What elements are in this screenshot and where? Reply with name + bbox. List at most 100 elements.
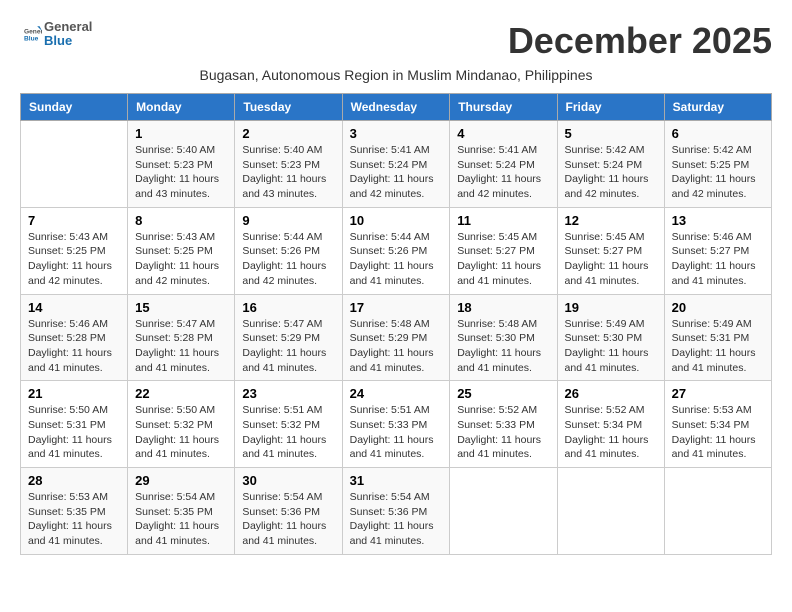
calendar-cell <box>450 468 557 555</box>
calendar-cell: 28 Sunrise: 5:53 AMSunset: 5:35 PMDayligh… <box>21 468 128 555</box>
calendar-cell: 27Sunrise: 5:53 AMSunset: 5:34 PMDayligh… <box>664 381 771 468</box>
day-info: Sunrise: 5:52 AMSunset: 5:34 PMDaylight:… <box>565 403 657 462</box>
month-title: December 2025 <box>508 20 772 62</box>
day-info: Sunrise: 5:46 AMSunset: 5:27 PMDaylight:… <box>672 230 764 289</box>
calendar-cell: 12 Sunrise: 5:45 AMSunset: 5:27 PMDayligh… <box>557 207 664 294</box>
day-number: 22 <box>135 386 227 401</box>
day-number: 23 <box>242 386 334 401</box>
day-number: 31 <box>350 473 443 488</box>
day-info: Sunrise: 5:51 AMSunset: 5:33 PMDaylight:… <box>350 403 443 462</box>
column-header-saturday: Saturday <box>664 94 771 121</box>
day-info: Sunrise: 5:43 AMSunset: 5:25 PMDaylight:… <box>28 230 120 289</box>
day-number: 11 <box>457 213 549 228</box>
day-info: Sunrise: 5:41 AMSunset: 5:24 PMDaylight:… <box>350 143 443 202</box>
day-info: Sunrise: 5:51 AMSunset: 5:32 PMDaylight:… <box>242 403 334 462</box>
calendar-cell: 24 Sunrise: 5:51 AMSunset: 5:33 PMDayligh… <box>342 381 450 468</box>
day-info: Sunrise: 5:50 AMSunset: 5:31 PMDaylight:… <box>28 403 120 462</box>
calendar-cell: 26Sunrise: 5:52 AMSunset: 5:34 PMDayligh… <box>557 381 664 468</box>
day-number: 8 <box>135 213 227 228</box>
calendar-cell <box>21 121 128 208</box>
day-number: 29 <box>135 473 227 488</box>
calendar-cell: 13Sunrise: 5:46 AMSunset: 5:27 PMDayligh… <box>664 207 771 294</box>
calendar-week-1: 1 Sunrise: 5:40 AMSunset: 5:23 PMDaylight… <box>21 121 772 208</box>
calendar-cell: 30Sunrise: 5:54 AMSunset: 5:36 PMDayligh… <box>235 468 342 555</box>
day-info: Sunrise: 5:53 AMSunset: 5:34 PMDaylight:… <box>672 403 764 462</box>
day-number: 1 <box>135 126 227 141</box>
day-number: 25 <box>457 386 549 401</box>
calendar-cell: 15 Sunrise: 5:47 AMSunset: 5:28 PMDayligh… <box>128 294 235 381</box>
logo-icon: General Blue <box>24 25 42 43</box>
calendar-cell: 4 Sunrise: 5:41 AMSunset: 5:24 PMDaylight… <box>450 121 557 208</box>
day-number: 4 <box>457 126 549 141</box>
day-number: 5 <box>565 126 657 141</box>
calendar-cell: 17Sunrise: 5:48 AMSunset: 5:29 PMDayligh… <box>342 294 450 381</box>
day-number: 14 <box>28 300 120 315</box>
day-number: 20 <box>672 300 764 315</box>
calendar-cell: 23 Sunrise: 5:51 AMSunset: 5:32 PMDayligh… <box>235 381 342 468</box>
day-info: Sunrise: 5:49 AMSunset: 5:30 PMDaylight:… <box>565 317 657 376</box>
svg-text:Blue: Blue <box>24 36 39 43</box>
day-info: Sunrise: 5:46 AMSunset: 5:28 PMDaylight:… <box>28 317 120 376</box>
calendar-cell: 31Sunrise: 5:54 AMSunset: 5:36 PMDayligh… <box>342 468 450 555</box>
logo-general: General <box>44 20 92 34</box>
day-info: Sunrise: 5:42 AMSunset: 5:24 PMDaylight:… <box>565 143 657 202</box>
column-header-wednesday: Wednesday <box>342 94 450 121</box>
day-number: 30 <box>242 473 334 488</box>
day-number: 16 <box>242 300 334 315</box>
calendar-week-2: 7 Sunrise: 5:43 AMSunset: 5:25 PMDaylight… <box>21 207 772 294</box>
calendar-cell: 3 Sunrise: 5:41 AMSunset: 5:24 PMDaylight… <box>342 121 450 208</box>
calendar-cell <box>557 468 664 555</box>
day-number: 24 <box>350 386 443 401</box>
column-header-monday: Monday <box>128 94 235 121</box>
day-info: Sunrise: 5:47 AMSunset: 5:28 PMDaylight:… <box>135 317 227 376</box>
day-info: Sunrise: 5:45 AMSunset: 5:27 PMDaylight:… <box>565 230 657 289</box>
calendar-cell: 8 Sunrise: 5:43 AMSunset: 5:25 PMDaylight… <box>128 207 235 294</box>
logo: General Blue General Blue <box>20 20 92 49</box>
calendar-cell: 2 Sunrise: 5:40 AMSunset: 5:23 PMDaylight… <box>235 121 342 208</box>
day-info: Sunrise: 5:40 AMSunset: 5:23 PMDaylight:… <box>135 143 227 202</box>
day-info: Sunrise: 5:53 AMSunset: 5:35 PMDaylight:… <box>28 490 120 549</box>
day-info: Sunrise: 5:44 AMSunset: 5:26 PMDaylight:… <box>242 230 334 289</box>
calendar-week-4: 21 Sunrise: 5:50 AMSunset: 5:31 PMDayligh… <box>21 381 772 468</box>
day-info: Sunrise: 5:42 AMSunset: 5:25 PMDaylight:… <box>672 143 764 202</box>
day-info: Sunrise: 5:49 AMSunset: 5:31 PMDaylight:… <box>672 317 764 376</box>
day-number: 18 <box>457 300 549 315</box>
calendar-header-row: SundayMondayTuesdayWednesdayThursdayFrid… <box>21 94 772 121</box>
calendar-cell: 19 Sunrise: 5:49 AMSunset: 5:30 PMDayligh… <box>557 294 664 381</box>
day-number: 10 <box>350 213 443 228</box>
calendar-cell: 5 Sunrise: 5:42 AMSunset: 5:24 PMDaylight… <box>557 121 664 208</box>
column-header-sunday: Sunday <box>21 94 128 121</box>
day-info: Sunrise: 5:52 AMSunset: 5:33 PMDaylight:… <box>457 403 549 462</box>
day-number: 7 <box>28 213 120 228</box>
day-number: 15 <box>135 300 227 315</box>
day-info: Sunrise: 5:48 AMSunset: 5:29 PMDaylight:… <box>350 317 443 376</box>
day-info: Sunrise: 5:41 AMSunset: 5:24 PMDaylight:… <box>457 143 549 202</box>
calendar-week-5: 28 Sunrise: 5:53 AMSunset: 5:35 PMDayligh… <box>21 468 772 555</box>
calendar-cell: 1 Sunrise: 5:40 AMSunset: 5:23 PMDaylight… <box>128 121 235 208</box>
day-number: 12 <box>565 213 657 228</box>
day-number: 19 <box>565 300 657 315</box>
calendar-cell: 25 Sunrise: 5:52 AMSunset: 5:33 PMDayligh… <box>450 381 557 468</box>
day-info: Sunrise: 5:40 AMSunset: 5:23 PMDaylight:… <box>242 143 334 202</box>
calendar-cell: 9Sunrise: 5:44 AMSunset: 5:26 PMDaylight… <box>235 207 342 294</box>
calendar-cell: 22Sunrise: 5:50 AMSunset: 5:32 PMDayligh… <box>128 381 235 468</box>
day-info: Sunrise: 5:43 AMSunset: 5:25 PMDaylight:… <box>135 230 227 289</box>
page-header: General Blue General Blue December 2025 <box>20 20 772 62</box>
day-info: Sunrise: 5:54 AMSunset: 5:35 PMDaylight:… <box>135 490 227 549</box>
calendar-cell: 29 Sunrise: 5:54 AMSunset: 5:35 PMDayligh… <box>128 468 235 555</box>
day-number: 21 <box>28 386 120 401</box>
day-info: Sunrise: 5:48 AMSunset: 5:30 PMDaylight:… <box>457 317 549 376</box>
calendar-cell: 20 Sunrise: 5:49 AMSunset: 5:31 PMDayligh… <box>664 294 771 381</box>
day-number: 6 <box>672 126 764 141</box>
day-number: 28 <box>28 473 120 488</box>
calendar-table: SundayMondayTuesdayWednesdayThursdayFrid… <box>20 93 772 555</box>
calendar-cell: 6 Sunrise: 5:42 AMSunset: 5:25 PMDaylight… <box>664 121 771 208</box>
column-header-tuesday: Tuesday <box>235 94 342 121</box>
calendar-cell <box>664 468 771 555</box>
column-header-thursday: Thursday <box>450 94 557 121</box>
day-number: 3 <box>350 126 443 141</box>
day-info: Sunrise: 5:45 AMSunset: 5:27 PMDaylight:… <box>457 230 549 289</box>
day-number: 2 <box>242 126 334 141</box>
calendar-cell: 11 Sunrise: 5:45 AMSunset: 5:27 PMDayligh… <box>450 207 557 294</box>
calendar-cell: 16Sunrise: 5:47 AMSunset: 5:29 PMDayligh… <box>235 294 342 381</box>
